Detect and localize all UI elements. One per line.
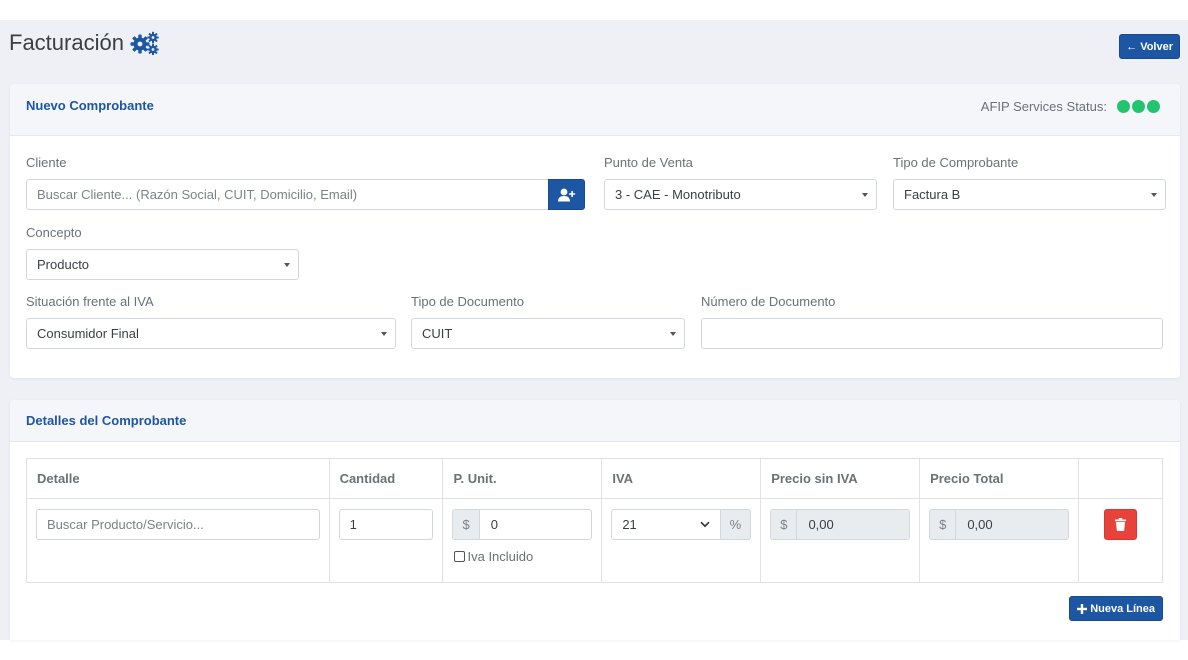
iva-included-checkbox[interactable]: [454, 551, 466, 562]
product-search-input[interactable]: [36, 509, 320, 540]
total-price-cell: $ 0,00: [919, 498, 1079, 583]
column-header-quantity: Cantidad: [328, 458, 444, 499]
page-title: Facturación: [9, 30, 160, 56]
currency-addon: $: [452, 509, 479, 540]
page-body: Facturación ← Volver Nuevo Comprobante A…: [0, 20, 1188, 640]
voucher-details-card: Detalles del Comprobante Detalle Cantida…: [10, 400, 1180, 640]
caret-down-icon: [381, 331, 387, 336]
table-header-row: Detalle Cantidad P. Unit. IVA Precio sin…: [26, 458, 1164, 499]
column-header-actions: [1077, 458, 1164, 499]
page-title-text: Facturación: [9, 30, 124, 55]
afip-status-label: AFIP Services Status:: [980, 99, 1107, 114]
details-table: Detalle Cantidad P. Unit. IVA Precio sin…: [26, 458, 1164, 583]
iva-cell: 21 %: [601, 498, 762, 583]
document-type-value: CUIT: [422, 326, 453, 341]
client-search-input[interactable]: [26, 179, 549, 210]
caret-down-icon: [670, 331, 676, 336]
new-line-label: Nueva Línea: [1090, 602, 1155, 615]
back-button-label: Volver: [1140, 40, 1173, 53]
table-row: $ 0 Iva Incluido 21: [26, 498, 1164, 583]
quantity-cell: [328, 498, 444, 583]
column-header-total-price: Precio Total: [919, 458, 1079, 499]
client-label: Cliente: [26, 155, 67, 170]
trash-icon: [1114, 518, 1126, 531]
status-dot-icon: [1147, 100, 1160, 113]
point-of-sale-value: 3 - CAE - Monotributo: [615, 187, 741, 202]
iva-rate-select[interactable]: 21: [611, 509, 721, 540]
iva-situation-select[interactable]: Consumidor Final: [26, 318, 396, 349]
price-without-iva-value: 0,00: [796, 509, 911, 540]
caret-down-icon: [862, 192, 868, 197]
unit-price-cell: $ 0 Iva Incluido: [442, 498, 603, 583]
chevron-down-icon: [700, 521, 710, 528]
actions-cell: [1077, 498, 1164, 583]
new-voucher-header: Nuevo Comprobante AFIP Services Status:: [10, 84, 1180, 136]
user-plus-icon: [557, 188, 575, 201]
percent-addon: %: [720, 509, 752, 540]
point-of-sale-label: Punto de Venta: [604, 155, 693, 170]
price-without-iva-cell: $ 0,00: [760, 498, 921, 583]
add-client-button[interactable]: [548, 179, 585, 210]
gears-icon: [130, 31, 159, 55]
concept-select[interactable]: Producto: [26, 249, 299, 280]
iva-situation-value: Consumidor Final: [37, 326, 139, 341]
iva-rate-value: 21: [622, 517, 637, 532]
point-of-sale-select[interactable]: 3 - CAE - Monotributo: [604, 179, 877, 210]
document-number-label: Número de Documento: [701, 294, 836, 309]
arrow-left-icon: ←: [1126, 40, 1138, 53]
status-dot-icon: [1132, 100, 1145, 113]
column-header-iva: IVA: [601, 458, 762, 499]
price-without-iva-group: $ 0,00: [770, 509, 911, 540]
iva-group: 21 %: [611, 509, 752, 540]
document-type-label: Tipo de Documento: [411, 294, 524, 309]
voucher-type-select[interactable]: Factura B: [893, 179, 1166, 210]
currency-addon: $: [929, 509, 956, 540]
voucher-details-title: Detalles del Comprobante: [26, 413, 187, 428]
afip-status-indicators: [1117, 100, 1160, 113]
iva-included-toggle[interactable]: Iva Incluido: [452, 549, 592, 564]
unit-price-group: $ 0: [452, 509, 593, 540]
delete-line-button[interactable]: [1103, 509, 1137, 540]
concept-label: Concepto: [26, 225, 82, 240]
new-voucher-card: Nuevo Comprobante AFIP Services Status: …: [10, 84, 1180, 378]
afip-status: AFIP Services Status:: [981, 99, 1160, 114]
column-header-unit-price: P. Unit.: [442, 458, 603, 499]
iva-situation-label: Situación frente al IVA: [26, 294, 154, 309]
quantity-input[interactable]: [338, 509, 434, 540]
back-button[interactable]: ← Volver: [1119, 34, 1180, 59]
unit-price-input[interactable]: 0: [478, 509, 593, 540]
column-header-detail: Detalle: [26, 458, 330, 499]
voucher-type-value: Factura B: [904, 187, 961, 202]
total-price-group: $ 0,00: [929, 509, 1069, 540]
new-voucher-title: Nuevo Comprobante: [26, 98, 154, 113]
plus-icon: [1077, 603, 1088, 614]
caret-down-icon: [1151, 192, 1157, 197]
concept-value: Producto: [37, 257, 90, 272]
status-dot-icon: [1117, 100, 1130, 113]
voucher-details-header: Detalles del Comprobante: [10, 400, 1180, 442]
new-line-button[interactable]: Nueva Línea: [1069, 596, 1163, 621]
currency-addon: $: [770, 509, 797, 540]
document-type-select[interactable]: CUIT: [411, 318, 685, 349]
caret-down-icon: [284, 262, 290, 267]
iva-included-label: Iva Incluido: [467, 549, 534, 564]
voucher-type-label: Tipo de Comprobante: [893, 155, 1019, 170]
total-price-value: 0,00: [955, 509, 1069, 540]
detail-cell: [26, 498, 330, 583]
document-number-input[interactable]: [701, 318, 1163, 349]
column-header-price-without-iva: Precio sin IVA: [760, 458, 921, 499]
